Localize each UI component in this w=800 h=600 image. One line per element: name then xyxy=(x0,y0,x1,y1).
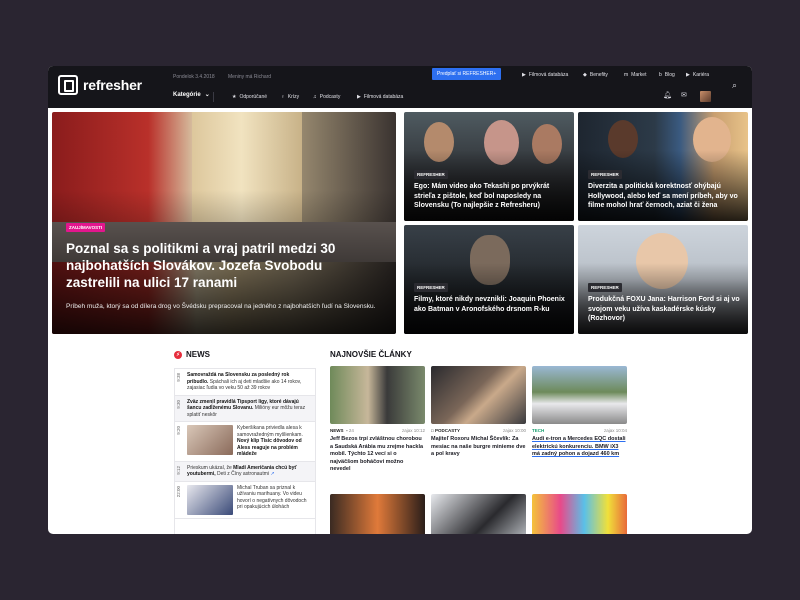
card-image xyxy=(431,366,526,424)
mail-icon[interactable]: ✉ xyxy=(681,91,687,99)
news-time: 22:00 xyxy=(176,485,181,497)
hero-tile-2[interactable]: REFRESHER Diverzita a politická korektno… xyxy=(578,112,748,221)
external-link-icon[interactable]: ↗ xyxy=(270,471,274,477)
date-label: Pondelok 3.4.2018 xyxy=(173,74,215,80)
card-image xyxy=(431,494,526,534)
news-list: 9:38 Samovraždá na Slovensku za posledný… xyxy=(174,368,316,534)
hero-description: Príbeh muža, ktorý sa od dílera drog vo … xyxy=(66,303,376,310)
tile4-title[interactable]: Produkčná FOXU Jana: Harrison Ford si aj… xyxy=(588,295,740,324)
card-image xyxy=(330,494,425,534)
latest-heading: NAJNOVŠIE ČLÁNKY xyxy=(330,350,412,359)
tile2-tag[interactable]: REFRESHER xyxy=(588,170,622,179)
news-time: 9:12 xyxy=(176,465,181,475)
nav-divider xyxy=(213,92,214,102)
topnav-benefits[interactable]: ◆ Benefity xyxy=(583,69,608,81)
subnav-film-database[interactable]: ▶ Filmová databáza xyxy=(357,91,403,103)
news-thumb-image xyxy=(187,425,233,455)
card-meta: NEWS ▪ 24 zajax 10:12 xyxy=(330,428,425,433)
article-card[interactable]: TECH zajax 10:04 Audi e-tron a Mercedes E… xyxy=(532,366,627,457)
subnav-recommended[interactable]: ★ Odporúčané xyxy=(232,91,267,103)
card-image xyxy=(532,366,627,424)
article-card[interactable] xyxy=(330,494,425,534)
news-heading: ⚡︎ NEWS xyxy=(174,350,210,359)
podcast-icon: ◘ xyxy=(431,428,434,433)
news-item[interactable]: 9:30 Zväz zmenil pravidlá Tipsport ligy,… xyxy=(175,395,315,422)
hero-tile-3[interactable]: REFRESHER Filmy, ktoré nikdy nevznikli: … xyxy=(404,225,574,334)
card-title[interactable]: Audi e-tron a Mercedes EQC dostali elekt… xyxy=(532,436,627,459)
hero-tag[interactable]: ZAUJÍMAVOSTI xyxy=(66,223,106,232)
benefit-icon: ◆ xyxy=(583,72,587,78)
tile2-title[interactable]: Diverzita a politická korektnosť ohýbajú… xyxy=(588,182,740,211)
article-card[interactable]: ◘ PODCASTY zajax 10:00 Majiteľ Roxoru Mic… xyxy=(431,366,526,457)
star-icon: ★ xyxy=(232,94,237,100)
hero-grid: ZAUJÍMAVOSTI Poznal sa s politikmi a vra… xyxy=(52,112,748,336)
site-header: refresher Pondelok 3.4.2018 Meniny má Ri… xyxy=(48,66,752,108)
news-item[interactable]: 9:38 Samovraždá na Slovensku za posledný… xyxy=(175,369,315,396)
tile4-tag[interactable]: REFRESHER xyxy=(588,283,622,292)
card-meta: ◘ PODCASTY zajax 10:00 xyxy=(431,428,526,433)
article-card[interactable]: NEWS ▪ 24 zajax 10:12 Jeff Bezos trpí zvl… xyxy=(330,366,425,472)
logo-text: refresher xyxy=(83,77,142,93)
nameday-label: Meniny má Richard xyxy=(228,74,272,80)
headphones-icon: ♫ xyxy=(313,94,317,100)
news-item[interactable]: 9:20 Kyberšikana priviedla alesa k samov… xyxy=(175,422,315,462)
lightning-icon: ⚡︎ xyxy=(174,350,182,359)
news-time: 9:30 xyxy=(176,399,181,409)
article-card[interactable] xyxy=(431,494,526,534)
news-time: 9:38 xyxy=(176,373,181,382)
subnav-crises[interactable]: ♀ Krízy xyxy=(281,91,299,103)
tile3-tag[interactable]: REFRESHER xyxy=(414,283,448,292)
hero-tile-1[interactable]: REFRESHER Ego: Mám video ako Tekashi po … xyxy=(404,112,574,221)
news-item[interactable]: 9:12 Prieskum ukázal, že Mladí Američani… xyxy=(175,461,315,482)
user-avatar[interactable] xyxy=(700,91,711,102)
news-item[interactable]: 22:00 Michal Truban sa priznal k užívani… xyxy=(175,482,315,519)
hero-title[interactable]: Poznal sa s politikmi a vraj patril medz… xyxy=(66,240,366,291)
search-icon[interactable]: ⌕ xyxy=(732,80,737,91)
tile3-title[interactable]: Filmy, ktoré nikdy nevznikli: Joaquin Ph… xyxy=(414,295,566,314)
card-meta: TECH zajax 10:04 xyxy=(532,428,627,433)
bell-icon[interactable]: 🔔︎ xyxy=(663,91,672,99)
news-time: 9:20 xyxy=(176,426,181,435)
market-icon: m xyxy=(624,72,629,78)
topnav-blog[interactable]: b Blog xyxy=(659,69,675,81)
play-icon: ▶ xyxy=(357,94,361,100)
chevron-down-icon: ⌄ xyxy=(204,92,210,98)
tile1-title[interactable]: Ego: Mám video ako Tekashi po prvýkrát s… xyxy=(414,182,566,211)
subnav-podcasts[interactable]: ♫ Podcasty xyxy=(313,91,340,103)
topnav-market[interactable]: m Market xyxy=(624,69,646,81)
trophy-icon: ♀ xyxy=(281,94,285,100)
card-title[interactable]: Majiteľ Roxoru Michal Ščevlík: Za mesiac… xyxy=(431,436,526,459)
topnav-film-database[interactable]: ▶ Filmová databáza xyxy=(522,69,568,81)
card-image xyxy=(330,366,425,424)
card-image xyxy=(532,494,627,534)
tile1-tag[interactable]: REFRESHER xyxy=(414,170,448,179)
card-title[interactable]: Jeff Bezos trpí zvláštnou chorobou a Sau… xyxy=(330,436,425,474)
comment-icon: ▪ xyxy=(346,428,348,433)
refresher-logo-icon xyxy=(58,75,78,95)
play-icon: ▶ xyxy=(522,72,526,78)
categories-dropdown[interactable]: Kategórie ⌄ xyxy=(173,91,210,99)
news-thumb-image xyxy=(187,484,233,515)
topnav-career[interactable]: ▶ Kariéra xyxy=(686,69,709,81)
career-icon: ▶ xyxy=(686,72,690,78)
hero-main-article[interactable]: ZAUJÍMAVOSTI Poznal sa s politikmi a vra… xyxy=(52,112,396,334)
article-card[interactable] xyxy=(532,494,627,534)
browser-window: refresher Pondelok 3.4.2018 Meniny má Ri… xyxy=(48,66,752,534)
subscribe-button[interactable]: Predplať si REFRESHER+ xyxy=(432,68,502,80)
blog-icon: b xyxy=(659,72,662,78)
hero-tile-4[interactable]: REFRESHER Produkčná FOXU Jana: Harrison … xyxy=(578,225,748,334)
site-logo[interactable]: refresher xyxy=(58,75,142,95)
